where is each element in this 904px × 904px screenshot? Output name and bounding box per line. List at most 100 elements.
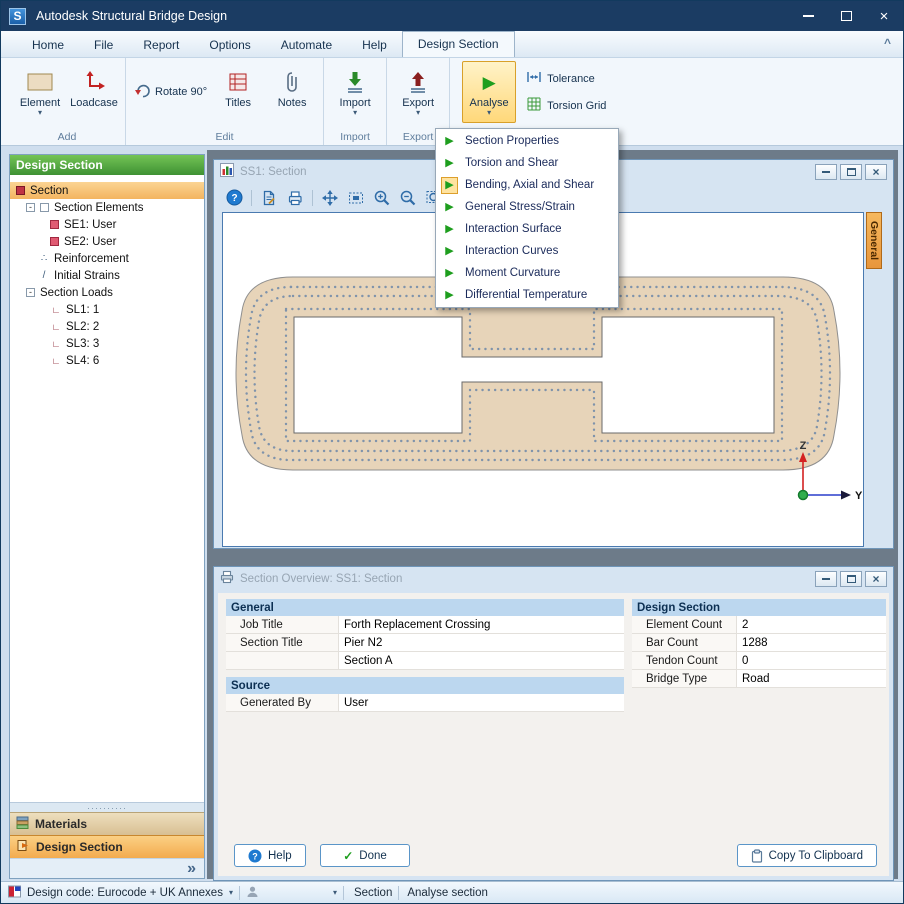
tree-item-sl2[interactable]: ∟ SL2: 2 (10, 318, 204, 335)
tree-item-section[interactable]: Section (10, 182, 204, 199)
maximize-button[interactable] (840, 163, 862, 180)
tree-label: SL3: 3 (66, 337, 100, 350)
menu-item-moment-curvature[interactable]: ▶ Moment Curvature (437, 262, 617, 284)
minimize-button[interactable] (815, 570, 837, 587)
torsion-grid-icon (526, 97, 542, 114)
tree-item-sl3[interactable]: ∟ SL3: 3 (10, 335, 204, 352)
tree-label: Initial Strains (54, 269, 120, 282)
loadcase-icon (82, 67, 106, 97)
chevron-down-icon[interactable]: ▾ (229, 888, 233, 897)
collapse-expander-icon[interactable]: - (26, 203, 35, 212)
menu-item-bending-axial-and-shear[interactable]: ▶ Bending, Axial and Shear (437, 174, 617, 196)
materials-bar[interactable]: Materials (10, 812, 204, 835)
maximize-button[interactable] (840, 570, 862, 587)
table-row: Section Title Pier N2 (226, 634, 624, 652)
tree-item-initial-strains[interactable]: / Initial Strains (10, 267, 204, 284)
help-button[interactable]: ? Help (234, 844, 306, 867)
import-button[interactable]: Import ▾ (328, 62, 382, 117)
tree-item-sl1[interactable]: ∟ SL1: 1 (10, 301, 204, 318)
design-code-label[interactable]: Design code: Eurocode + UK Annexes (27, 887, 223, 899)
tab-home[interactable]: Home (17, 33, 79, 57)
table-row: Tendon Count 0 (632, 652, 886, 670)
copy-to-clipboard-button[interactable]: Copy To Clipboard (736, 844, 877, 867)
tab-file[interactable]: File (79, 33, 128, 57)
tab-options[interactable]: Options (194, 33, 265, 57)
titles-label: Titles (225, 97, 252, 109)
tree-item-se1[interactable]: SE1: User (10, 216, 204, 233)
design-section-label: Design Section (36, 840, 123, 854)
menu-item-torsion-and-shear[interactable]: ▶ Torsion and Shear (437, 152, 617, 174)
loadcase-button[interactable]: Loadcase (67, 62, 121, 109)
materials-label: Materials (35, 817, 88, 831)
zoom-out-button[interactable] (396, 187, 420, 208)
tree-item-sl4[interactable]: ∟ SL4: 6 (10, 352, 204, 369)
help-button[interactable]: ? (222, 187, 246, 208)
menu-item-general-stress-strain[interactable]: ▶ General Stress/Strain (437, 196, 617, 218)
design-section-bar[interactable]: Design Section (10, 835, 204, 858)
row-label: Job Title (240, 618, 283, 631)
tab-design-section[interactable]: Design Section (401, 31, 515, 57)
status-separator (238, 885, 240, 900)
status-separator (342, 885, 344, 900)
zoom-window-button[interactable] (344, 187, 368, 208)
row-value: 0 (736, 652, 886, 669)
titles-button[interactable]: Titles (211, 62, 265, 109)
tree-item-reinforcement[interactable]: ∴ Reinforcement (10, 250, 204, 267)
help-icon: ? (252, 851, 258, 861)
analyse-button[interactable]: ▶ Analyse ▾ (462, 61, 517, 123)
tab-help[interactable]: Help (347, 33, 402, 57)
zoom-in-button[interactable] (370, 187, 394, 208)
menu-item-interaction-curves[interactable]: ▶ Interaction Curves (437, 240, 617, 262)
menu-item-label: Section Properties (465, 135, 559, 147)
close-button[interactable]: × (865, 570, 887, 587)
tree-item-section-elements[interactable]: - Section Elements (10, 199, 204, 216)
chevron-down-icon: ▾ (37, 108, 42, 117)
group-label-import: Import (340, 131, 370, 143)
source-section-header: Source (226, 677, 624, 694)
panel-header: Design Section (10, 155, 204, 175)
tree-item-section-loads[interactable]: - Section Loads (10, 284, 204, 301)
menu-item-interaction-surface[interactable]: ▶ Interaction Surface (437, 218, 617, 240)
general-side-tab[interactable]: General (866, 212, 882, 269)
menu-item-section-properties[interactable]: ▶ Section Properties (437, 130, 617, 152)
minimize-button[interactable] (789, 1, 827, 31)
minimize-button[interactable] (815, 163, 837, 180)
ribbon-collapse-icon[interactable]: ^ (884, 36, 891, 50)
reinforcement-icon: ∴ (40, 253, 48, 264)
overview-window-titlebar[interactable]: Section Overview: SS1: Section × (214, 567, 893, 590)
done-button[interactable]: ✓ Done (320, 844, 410, 867)
table-row: Job Title Forth Replacement Crossing (226, 616, 624, 634)
section-window-icon (220, 163, 234, 180)
section-element-icon (50, 220, 59, 229)
row-label: Element Count (646, 618, 723, 631)
export-button[interactable]: Export ▾ (391, 62, 445, 117)
torsion-grid-button[interactable]: Torsion Grid (526, 97, 606, 114)
menu-item-differential-temperature[interactable]: ▶ Differential Temperature (437, 284, 617, 306)
table-row: Section A (226, 652, 624, 670)
tolerance-label: Tolerance (547, 72, 595, 85)
pan-button[interactable] (318, 187, 342, 208)
element-button[interactable]: Element ▾ (13, 62, 67, 117)
tab-automate[interactable]: Automate (266, 33, 347, 57)
panel-collapse-row[interactable]: » (10, 858, 204, 878)
app-window: S Autodesk Structural Bridge Design × Ho… (0, 0, 904, 904)
tree-label: Section (30, 184, 69, 197)
design-section-panel: Design Section Section - Section Element… (9, 154, 205, 879)
print-button[interactable] (283, 187, 307, 208)
tolerance-button[interactable]: Tolerance (526, 70, 606, 87)
play-icon: ▶ (482, 72, 496, 92)
rotate-90-button[interactable]: Rotate 90° (130, 62, 211, 122)
minimize-icon (822, 577, 830, 580)
table-row: Bar Count 1288 (632, 634, 886, 652)
chevron-down-icon[interactable]: ▾ (333, 888, 337, 897)
close-button[interactable]: × (865, 163, 887, 180)
tab-report[interactable]: Report (128, 33, 194, 57)
notes-button[interactable]: Notes (265, 62, 319, 109)
play-icon: ▶ (445, 244, 454, 257)
maximize-button[interactable] (827, 1, 865, 31)
close-button[interactable]: × (865, 1, 903, 31)
page-setup-button[interactable] (257, 187, 281, 208)
tree-item-se2[interactable]: SE2: User (10, 233, 204, 250)
collapse-expander-icon[interactable]: - (26, 288, 35, 297)
panel-splitter[interactable]: ·········· (10, 802, 204, 812)
